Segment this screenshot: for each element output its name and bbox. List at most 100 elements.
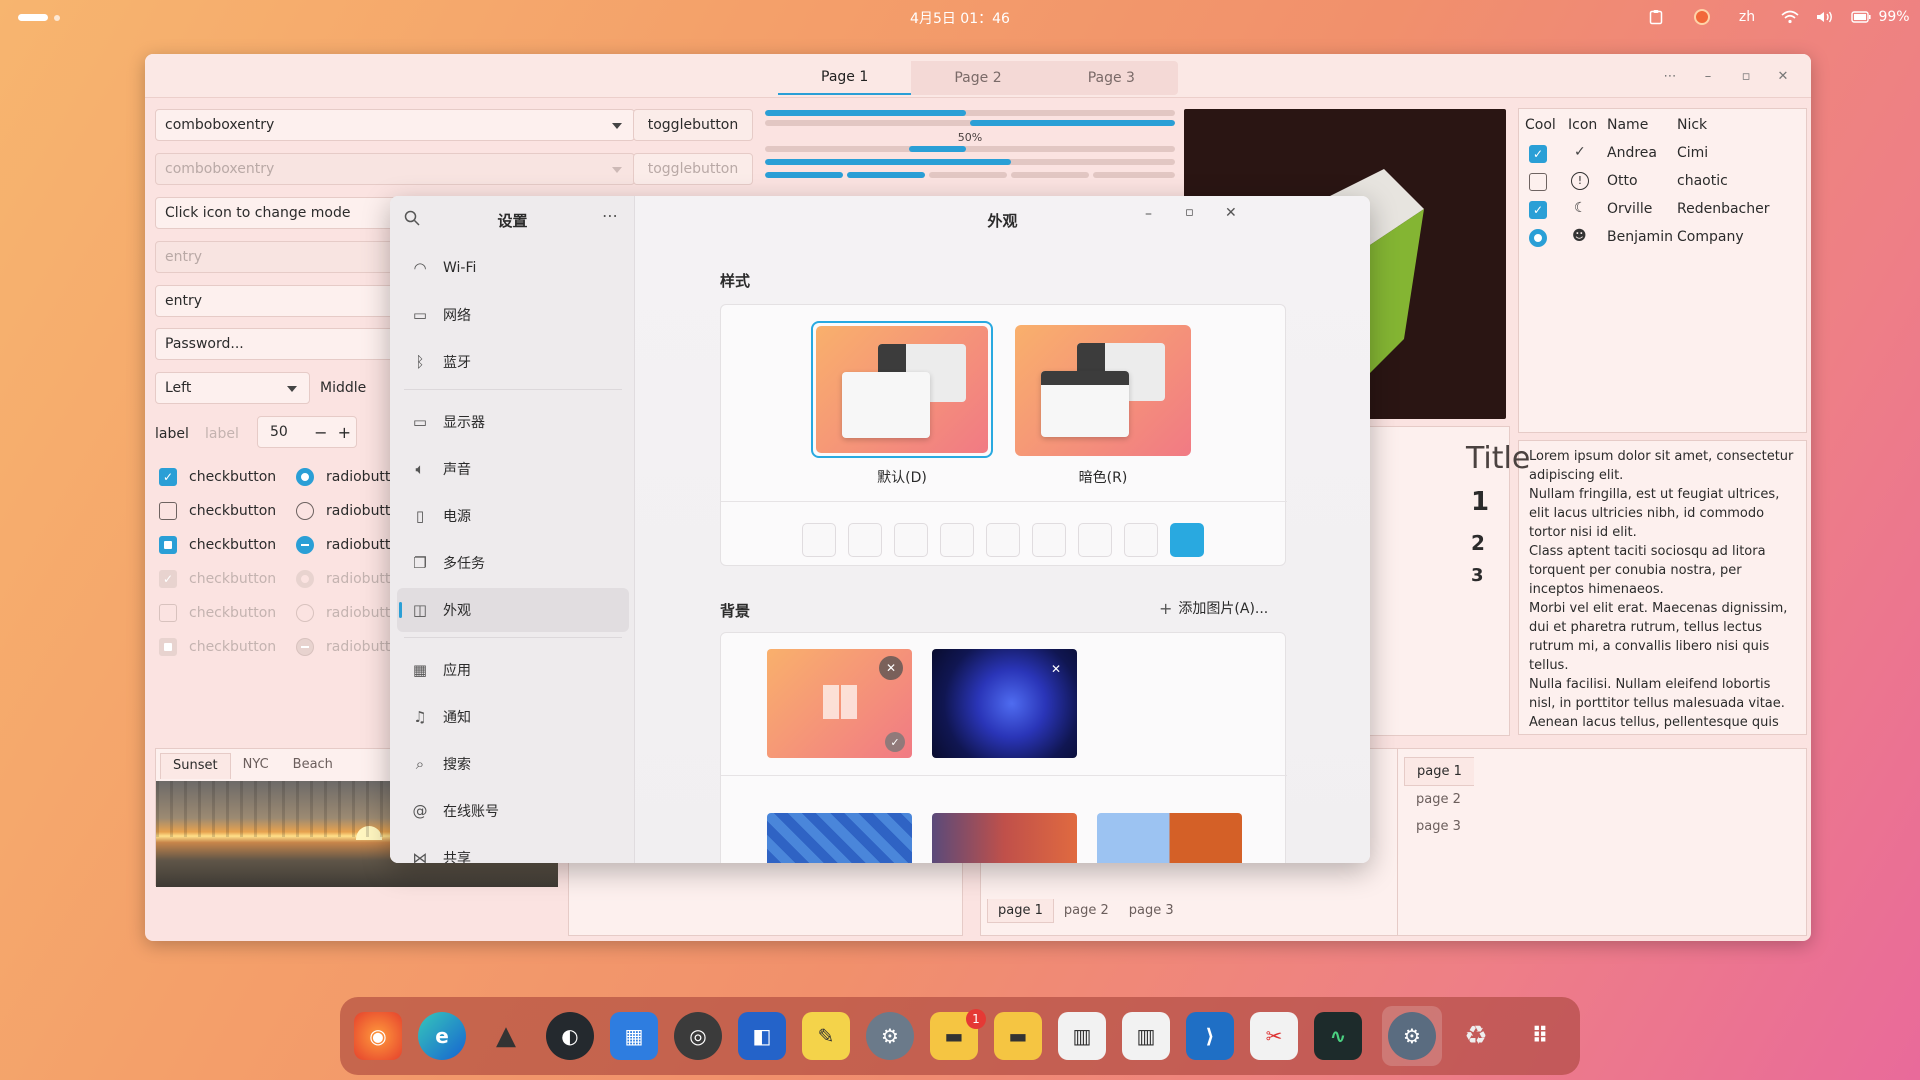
style-dark-option[interactable] (1015, 325, 1191, 456)
checkbox-icon[interactable] (1529, 173, 1547, 191)
sidebar-item-display[interactable]: ▭ 显示器 (397, 400, 629, 444)
accent-swatch[interactable] (802, 523, 836, 557)
minimize-icon[interactable]: – (1145, 206, 1152, 222)
table-row[interactable]: ☻ Benjamin Company (1519, 225, 1806, 253)
menu-icon[interactable]: ⋯ (602, 206, 618, 225)
close-icon[interactable]: ✕ (1225, 205, 1237, 221)
maximize-icon[interactable]: ▫ (1185, 205, 1194, 220)
wallpaper-split[interactable] (1097, 813, 1242, 863)
text-editor-icon[interactable]: ✎ (802, 1012, 850, 1060)
stats-icon[interactable]: ▥ (1122, 1012, 1170, 1060)
accent-swatch[interactable] (1124, 523, 1158, 557)
sidebar-item-power[interactable]: ▯ 电源 (397, 494, 629, 538)
remove-icon[interactable]: ✕ (1045, 658, 1067, 680)
table-row[interactable]: ! Otto chaotic (1519, 169, 1806, 197)
check-icon[interactable]: ✓ (1529, 145, 1547, 163)
tab-page-2[interactable]: Page 2 (911, 61, 1044, 95)
accent-swatch[interactable] (940, 523, 974, 557)
tab-page-3-bottom[interactable]: page 3 (1119, 899, 1184, 923)
more-icon[interactable]: ⋯ (1660, 66, 1680, 86)
accent-swatch-selected[interactable] (1170, 523, 1204, 557)
maximize-icon[interactable]: ▫ (1736, 66, 1756, 86)
sidebar-item-search[interactable]: ⌕ 搜索 (397, 742, 629, 786)
settings-gear-icon[interactable]: ⚙ (866, 1012, 914, 1060)
column-nick[interactable]: Nick (1677, 117, 1707, 133)
folder-icon[interactable]: ▬ (994, 1012, 1042, 1060)
column-cool[interactable]: Cool (1525, 117, 1556, 133)
clipboard-icon[interactable] (1648, 8, 1664, 26)
table-row[interactable]: ✓ ✓ Andrea Cimi (1519, 141, 1806, 169)
column-icon[interactable]: Icon (1568, 117, 1597, 133)
tab-page-1-side[interactable]: page 1 (1404, 757, 1474, 786)
app-indicator-icon[interactable] (1693, 8, 1711, 26)
column-name[interactable]: Name (1607, 117, 1648, 133)
wallpaper-bloom[interactable]: ✕ (932, 649, 1077, 758)
check-icon[interactable]: ✓ (1529, 201, 1547, 219)
tab-beach[interactable]: Beach (281, 753, 345, 779)
combo-left[interactable]: Left (155, 372, 310, 404)
chevron-down-icon[interactable] (287, 386, 297, 392)
tab-page-3-side[interactable]: page 3 (1404, 813, 1474, 840)
sidebar-item-apps[interactable]: ▦ 应用 (397, 648, 629, 692)
github-icon[interactable]: ◐ (546, 1012, 594, 1060)
tab-page-2-side[interactable]: page 2 (1404, 786, 1474, 813)
music-player-icon[interactable]: ◎ (674, 1012, 722, 1060)
wallpaper-geometric[interactable] (767, 813, 912, 863)
combobox-entry[interactable]: comboboxentry (155, 109, 635, 141)
sidebar-item-network[interactable]: ▭ 网络 (397, 293, 629, 337)
table-row[interactable]: ✓ ☾ Orville Redenbacher (1519, 197, 1806, 225)
wallpaper-gradient[interactable] (932, 813, 1077, 863)
sidebar-item-sound[interactable]: 🔈︎ 声音 (397, 447, 629, 491)
sidebar-item-sharing[interactable]: ⋈ 共享 (397, 836, 629, 863)
toggle-button[interactable]: togglebutton (633, 109, 753, 141)
sidebar-item-multitasking[interactable]: ❐ 多任务 (397, 541, 629, 585)
wifi-icon[interactable] (1780, 8, 1800, 26)
wallpaper-default[interactable]: ✕ ✓ (767, 649, 912, 758)
calendar-icon[interactable]: ▦ (610, 1012, 658, 1060)
tab-nyc[interactable]: NYC (231, 753, 281, 779)
minus-icon[interactable]: − (309, 423, 332, 442)
tools-icon[interactable]: ✂ (1250, 1012, 1298, 1060)
vscode-icon[interactable]: ⟩ (1186, 1012, 1234, 1060)
accent-swatch[interactable] (848, 523, 882, 557)
accent-swatch[interactable] (1078, 523, 1112, 557)
plus-icon[interactable]: + (333, 423, 356, 442)
accent-swatch[interactable] (986, 523, 1020, 557)
accent-swatch[interactable] (1032, 523, 1066, 557)
edge-icon[interactable]: e (418, 1012, 466, 1060)
system-monitor-icon[interactable]: ▥ (1058, 1012, 1106, 1060)
sidebar-item-appearance[interactable]: ◫ 外观 (397, 588, 629, 632)
checkbutton-checked[interactable]: ✓ checkbutton (159, 468, 276, 486)
app-grid-icon[interactable]: ⠿ (1516, 1012, 1564, 1060)
volume-icon[interactable] (1815, 8, 1835, 26)
trash-icon[interactable]: ♻ (1452, 1012, 1500, 1060)
chevron-down-icon[interactable] (612, 123, 622, 129)
close-icon[interactable]: ✕ (1773, 66, 1793, 86)
sidebar-item-online-accounts[interactable]: @ 在线账号 (397, 789, 629, 833)
text-view[interactable]: Lorem ipsum dolor sit amet, consectetur … (1518, 440, 1807, 735)
store-icon[interactable]: ◧ (738, 1012, 786, 1060)
add-picture-button[interactable]: + 添加图片(A)... (1159, 598, 1268, 618)
tab-page-3[interactable]: Page 3 (1045, 61, 1178, 95)
clock[interactable]: 4月5日 01：46 (0, 8, 1920, 28)
input-method-label[interactable]: zh (1735, 8, 1759, 26)
checkbutton-mixed[interactable]: checkbutton (159, 536, 276, 554)
tab-page-1-bottom[interactable]: page 1 (987, 899, 1054, 923)
style-default-option[interactable] (811, 321, 993, 458)
sidebar-item-wifi[interactable]: ◠ Wi-Fi (397, 246, 629, 290)
tab-sunset[interactable]: Sunset (160, 753, 231, 779)
inkscape-icon[interactable]: ▲ (482, 1012, 530, 1060)
radio-icon[interactable] (1529, 229, 1547, 247)
tab-page-1[interactable]: Page 1 (778, 61, 912, 95)
battery-icon[interactable] (1850, 8, 1872, 26)
tab-page-2-bottom[interactable]: page 2 (1054, 899, 1119, 923)
activity-monitor-icon[interactable]: ∿ (1314, 1012, 1362, 1060)
radiobutton-selected[interactable]: radiobutto (296, 468, 399, 486)
settings-app-icon[interactable]: ⚙ (1388, 1012, 1436, 1060)
minimize-icon[interactable]: – (1698, 66, 1718, 86)
checkbutton-unchecked[interactable]: checkbutton (159, 502, 276, 520)
spin-button[interactable]: 50 − + (257, 416, 357, 448)
sidebar-item-notifications[interactable]: ♫ 通知 (397, 695, 629, 739)
radiobutton-mixed[interactable]: radiobutto (296, 536, 399, 554)
remove-icon[interactable]: ✕ (879, 656, 903, 680)
